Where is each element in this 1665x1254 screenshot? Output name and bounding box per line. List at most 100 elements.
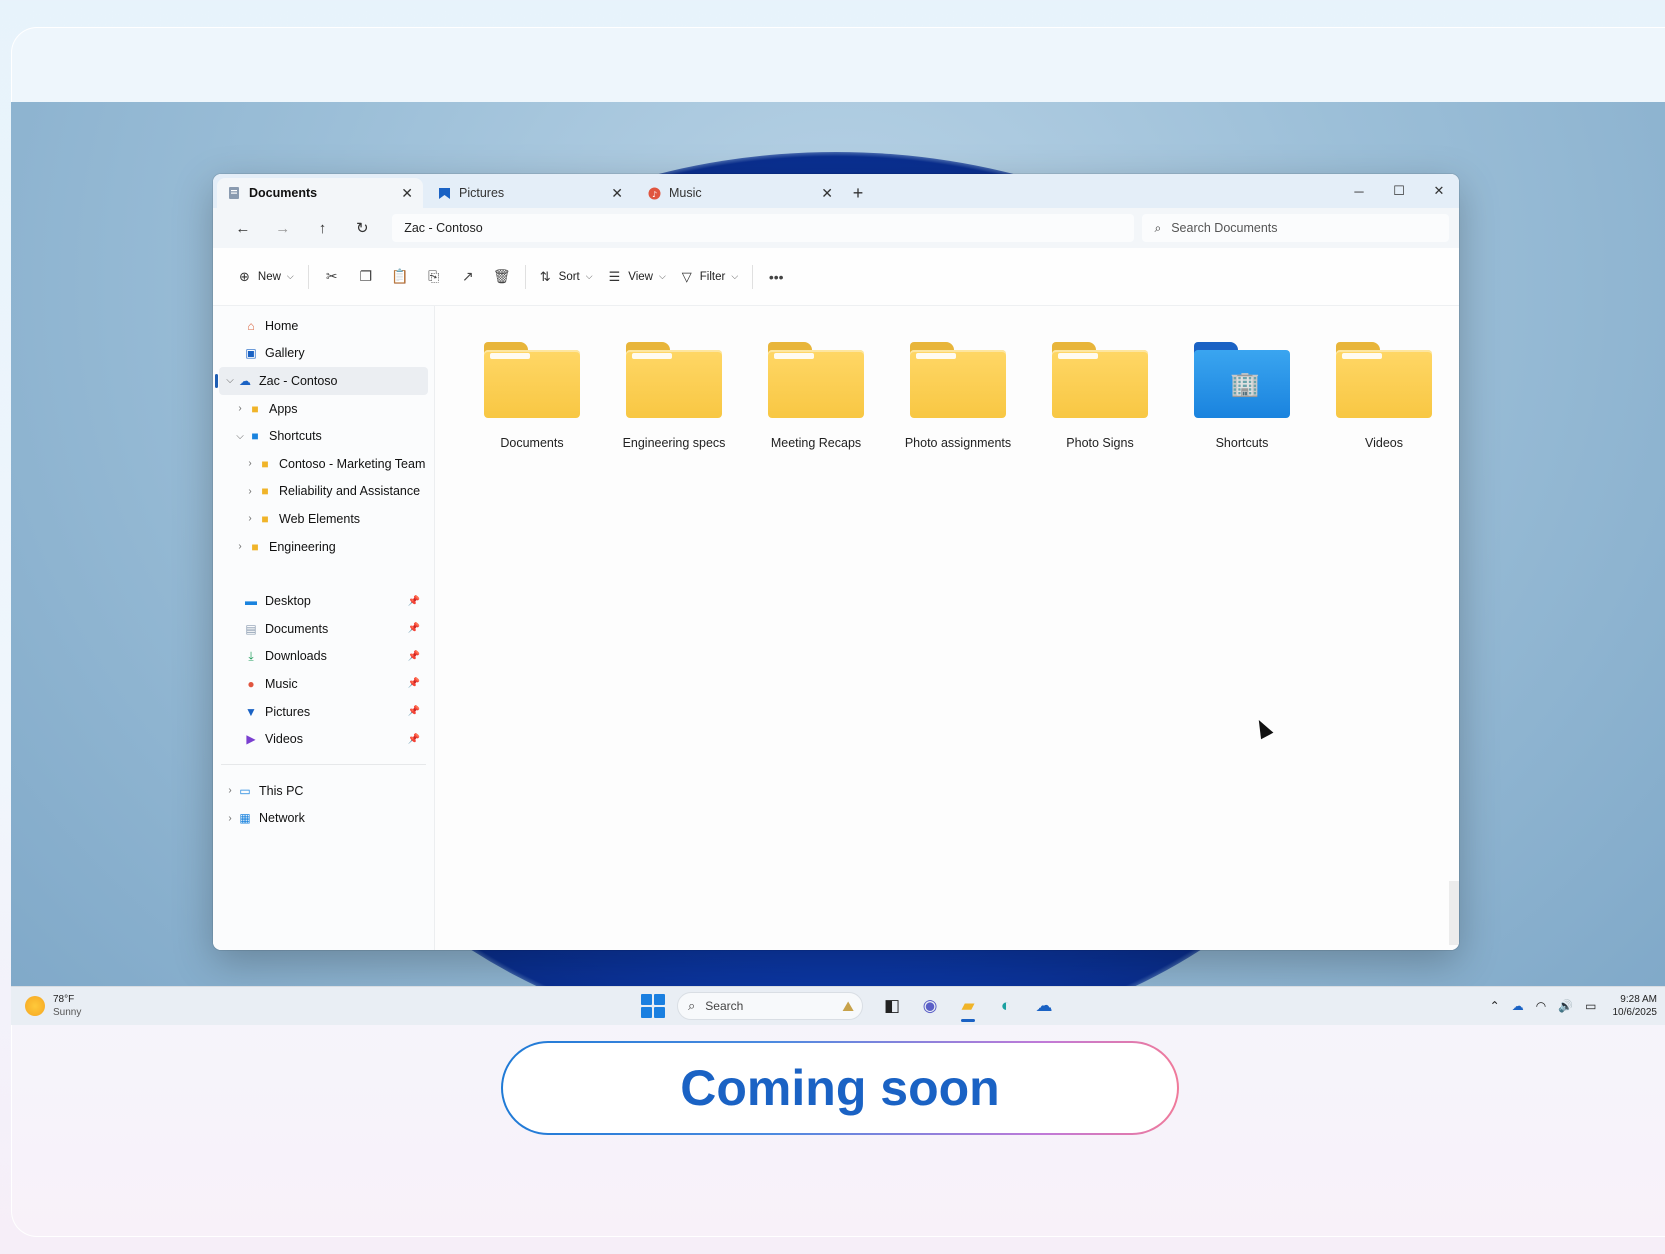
refresh-icon[interactable]: ↻: [342, 213, 382, 243]
teams-chat-icon[interactable]: ◉: [911, 989, 949, 1023]
pin-icon[interactable]: 📌: [408, 706, 420, 717]
folder-item[interactable]: Videos: [1313, 342, 1455, 450]
close-window-icon[interactable]: ✕: [1419, 174, 1459, 208]
sidebar-item-label: Pictures: [265, 704, 311, 719]
sidebar-item-pictures[interactable]: ▼ Pictures 📌: [213, 698, 434, 726]
taskbar-search[interactable]: ⌕ Search ⛰: [677, 992, 863, 1020]
pin-icon[interactable]: 📌: [408, 678, 420, 689]
tab-label: Music: [669, 186, 702, 200]
tab-label: Pictures: [459, 186, 505, 200]
battery-icon[interactable]: ▭: [1585, 999, 1596, 1013]
copy-icon[interactable]: ❐: [349, 262, 383, 292]
sidebar-item-label: Reliability and Assistance: [279, 484, 421, 499]
folder-name: Videos: [1365, 436, 1403, 450]
search-icon: ⌕: [688, 998, 696, 1013]
new-tab-icon[interactable]: +: [843, 178, 873, 208]
chevron-right-icon[interactable]: ›: [233, 541, 247, 552]
clock[interactable]: 9:28 AM 10/6/2025: [1613, 993, 1658, 1019]
sidebar-item-gallery[interactable]: ▣ Gallery: [213, 340, 434, 368]
sidebar-item-zac-contoso[interactable]: ⌵ ☁ Zac - Contoso: [215, 367, 428, 395]
delete-icon[interactable]: 🗑: [485, 262, 519, 292]
rename-icon[interactable]: ⎘: [417, 262, 451, 292]
folder-item[interactable]: 🏢 Shortcuts: [1171, 342, 1313, 450]
tab-documents[interactable]: Documents ✕: [217, 178, 423, 208]
sidebar-item-desktop[interactable]: ▬ Desktop 📌: [213, 587, 434, 615]
filter-button[interactable]: ▽ Filter ⌵: [674, 262, 746, 292]
wifi-icon[interactable]: ◠: [1536, 999, 1546, 1013]
folder-item[interactable]: Engineering specs: [603, 342, 745, 450]
tab-music[interactable]: ♪ Music ✕: [637, 178, 843, 208]
sidebar-item-music[interactable]: ● Music 📌: [213, 670, 434, 698]
file-list-area: Documents Engineering specs Meeting Reca…: [435, 306, 1459, 950]
path-input[interactable]: Zac - Contoso: [392, 214, 1135, 242]
forward-icon[interactable]: →: [263, 213, 303, 243]
search-input[interactable]: ⌕ Search Documents: [1142, 214, 1449, 242]
folder-item[interactable]: Meeting Recaps: [745, 342, 887, 450]
sidebar-item-network[interactable]: › ▦ Network: [213, 805, 434, 833]
chevron-right-icon[interactable]: ›: [243, 458, 257, 469]
coming-soon-banner: Coming soon: [501, 1041, 1179, 1135]
up-icon[interactable]: ↑: [303, 213, 343, 243]
sidebar-item-apps[interactable]: › ■ Apps: [213, 395, 434, 423]
shared-folder-icon: ■: [261, 456, 269, 471]
windows-start-icon[interactable]: [641, 994, 665, 1018]
file-explorer-icon[interactable]: ▰: [949, 989, 987, 1023]
task-view-icon[interactable]: ◧: [873, 989, 911, 1023]
volume-icon[interactable]: 🔊: [1558, 999, 1573, 1013]
sort-button[interactable]: ⇅ Sort ⌵: [532, 262, 601, 292]
folder-grid: Documents Engineering specs Meeting Reca…: [461, 342, 1455, 450]
back-icon[interactable]: ←: [223, 213, 263, 243]
tab-pictures[interactable]: Pictures ✕: [427, 178, 633, 208]
folder-name: Photo Signs: [1066, 436, 1134, 450]
cut-icon[interactable]: ✂: [315, 262, 349, 292]
weather-widget[interactable]: 78°F Sunny: [25, 993, 81, 1019]
sidebar-item-this-pc[interactable]: › ▭ This PC: [213, 777, 434, 805]
sidebar-item-shortcuts[interactable]: ⌵ ■ Shortcuts: [213, 422, 434, 450]
sort-icon: ⇅: [539, 268, 551, 284]
explorer-body: ⌂ Home ▣ Gallery ⌵ ☁ Zac - Contoso › ■ A…: [213, 306, 1459, 950]
sidebar-item-downloads[interactable]: ⤓ Downloads 📌: [213, 643, 434, 671]
sidebar-item-home[interactable]: ⌂ Home: [213, 312, 434, 340]
sidebar-item-engineering[interactable]: › ■ Engineering: [213, 533, 434, 561]
view-button[interactable]: ☰ View ⌵: [601, 262, 674, 292]
title-bar: Documents ✕ Pictures ✕ ♪ Music ✕ + ─ ☐ ✕: [213, 174, 1459, 208]
chevron-right-icon[interactable]: ›: [243, 486, 257, 497]
share-icon[interactable]: ↗: [451, 262, 485, 292]
folder-item[interactable]: Photo Signs: [1029, 342, 1171, 450]
folder-item[interactable]: Photo assignments: [887, 342, 1029, 450]
chevron-right-icon[interactable]: ›: [233, 403, 247, 414]
home-icon: ⌂: [247, 318, 255, 333]
new-button[interactable]: ⊕ New ⌵: [231, 262, 302, 292]
close-tab-icon[interactable]: ✕: [611, 185, 623, 202]
sidebar-item-reliability[interactable]: › ■ Reliability and Assistance: [213, 478, 434, 506]
sidebar-item-contoso-marketing[interactable]: › ■ Contoso - Marketing Team: [213, 450, 434, 478]
chevron-right-icon[interactable]: ›: [243, 513, 257, 524]
maximize-icon[interactable]: ☐: [1379, 174, 1419, 208]
chevron-down-icon[interactable]: ⌵: [233, 431, 247, 442]
onedrive-tray-icon[interactable]: ☁: [1512, 999, 1524, 1013]
music-icon: ♪: [647, 186, 661, 200]
chevron-down-icon[interactable]: ⌵: [223, 375, 237, 386]
close-tab-icon[interactable]: ✕: [821, 185, 833, 202]
pin-icon[interactable]: 📌: [408, 623, 420, 634]
chevron-right-icon[interactable]: ›: [223, 813, 237, 824]
more-options-icon[interactable]: •••: [759, 262, 793, 292]
close-tab-icon[interactable]: ✕: [401, 185, 413, 202]
minimize-icon[interactable]: ─: [1339, 174, 1379, 208]
onedrive-icon[interactable]: ☁: [1025, 989, 1063, 1023]
sidebar-item-documents[interactable]: ▤ Documents 📌: [213, 615, 434, 643]
chevron-up-icon[interactable]: ⌃: [1490, 999, 1500, 1013]
folder-item[interactable]: Documents: [461, 342, 603, 450]
pin-icon[interactable]: 📌: [408, 651, 420, 662]
chevron-right-icon[interactable]: ›: [223, 785, 237, 796]
sidebar-item-videos[interactable]: ▶ Videos 📌: [213, 725, 434, 753]
paste-icon[interactable]: 📋: [383, 262, 417, 292]
pin-icon[interactable]: 📌: [408, 596, 420, 607]
edge-browser-icon[interactable]: ◐: [987, 989, 1025, 1023]
scrollbar[interactable]: [1449, 881, 1459, 945]
pin-icon[interactable]: 📌: [408, 734, 420, 745]
network-icon: ▦: [239, 811, 251, 826]
sidebar-item-web-elements[interactable]: › ■ Web Elements: [213, 505, 434, 533]
address-bar: ← → ↑ ↻ Zac - Contoso ⌕ Search Documents: [213, 208, 1459, 248]
shared-folder-icon: ■: [261, 511, 269, 526]
